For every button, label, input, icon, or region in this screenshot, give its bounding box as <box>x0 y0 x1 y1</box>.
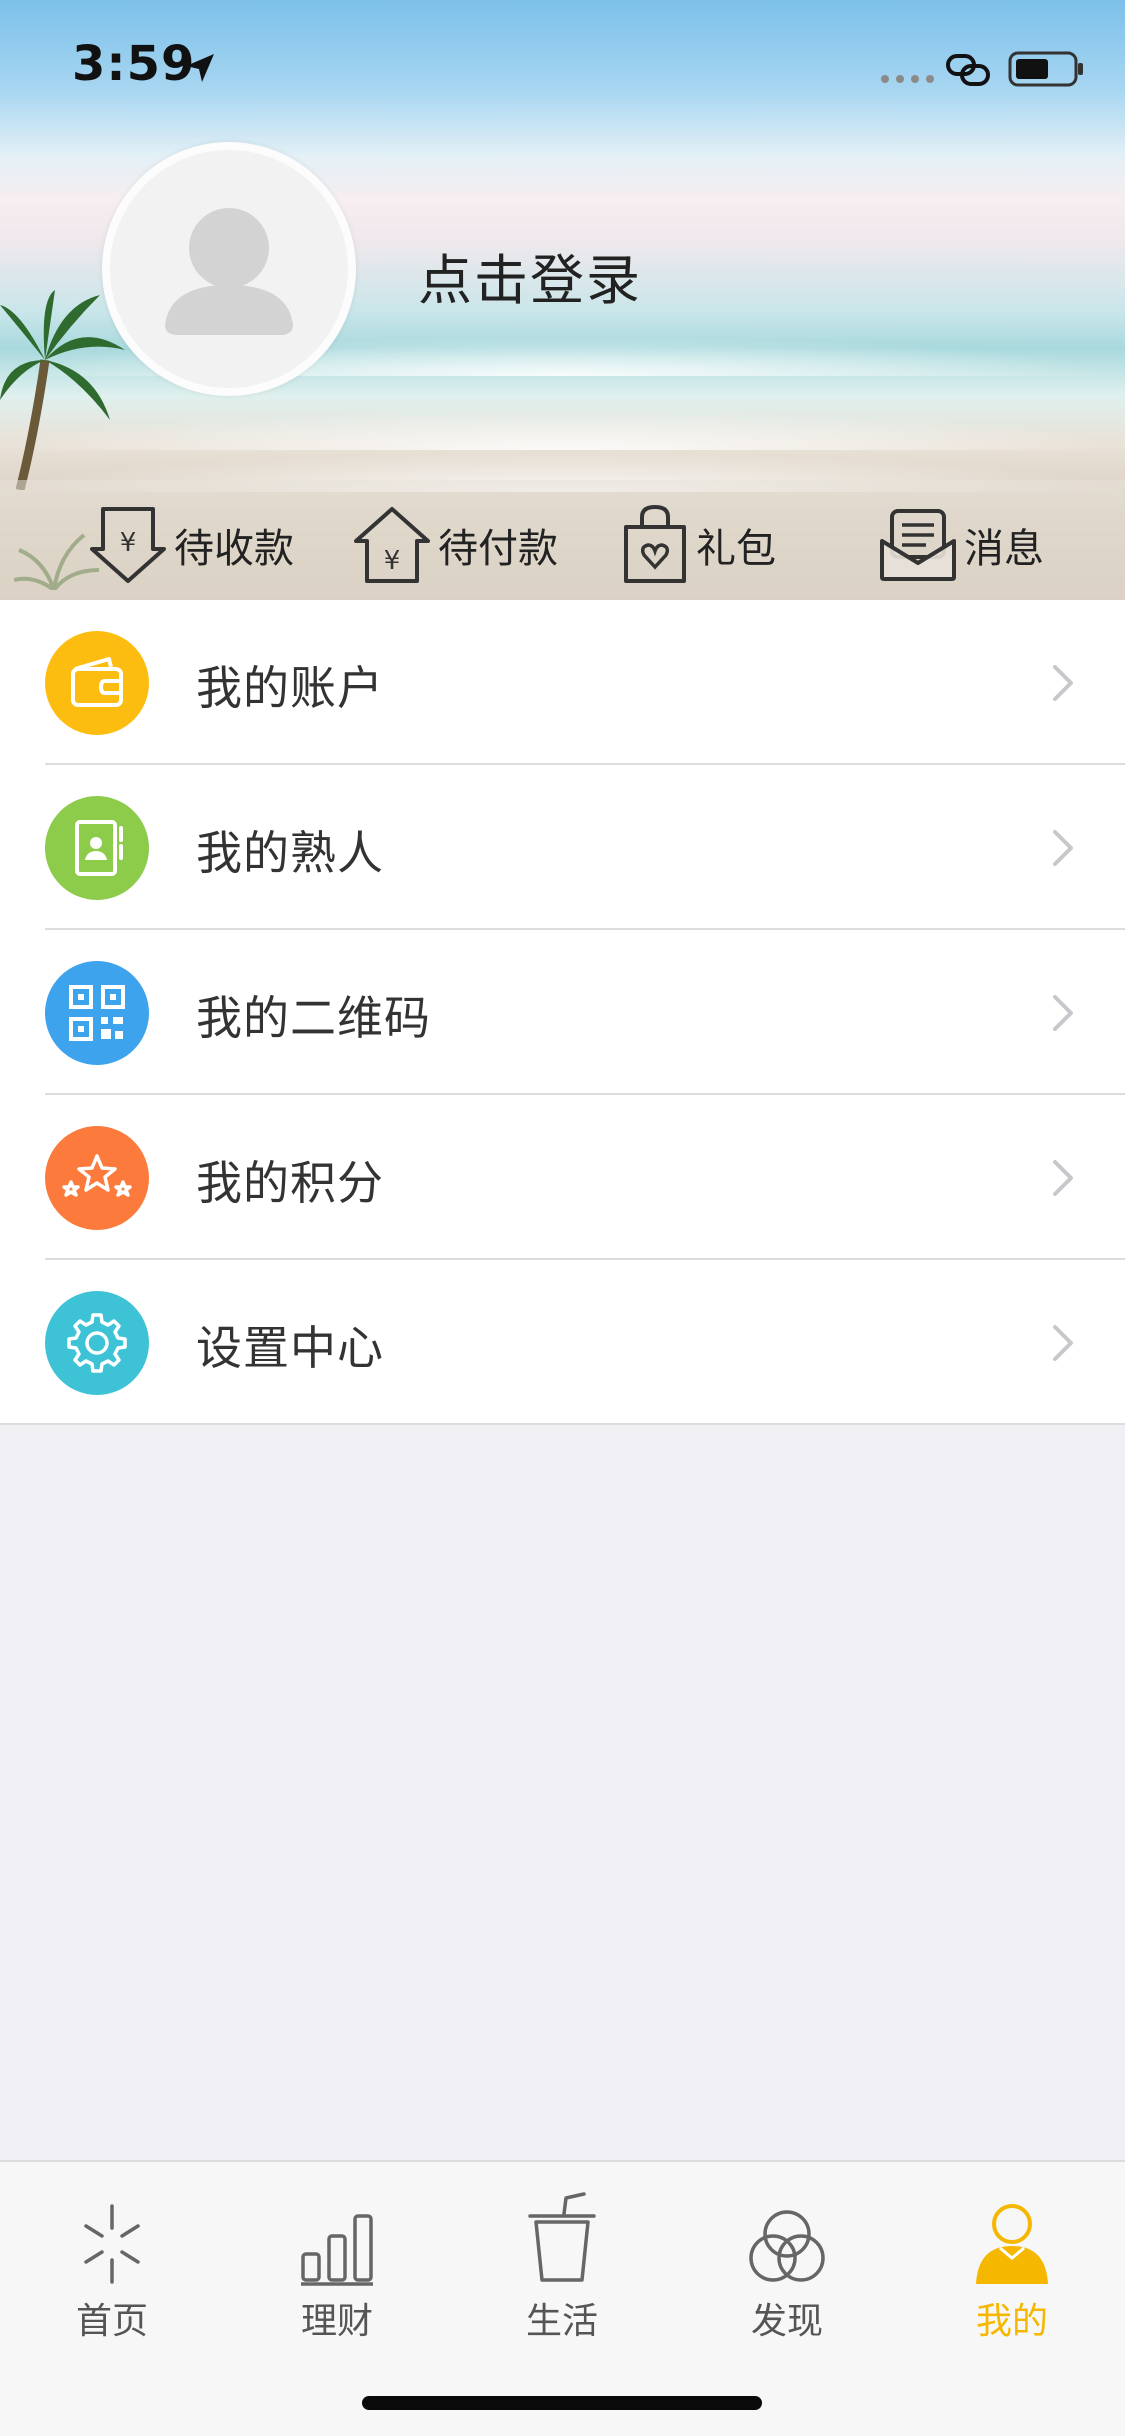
cup-icon <box>528 2192 596 2282</box>
svg-text:¥: ¥ <box>384 546 401 576</box>
discover-circles-icon <box>749 2210 825 2282</box>
tab-label: 发现 <box>750 2301 823 2342</box>
stars-icon <box>45 1126 149 1230</box>
quick-action-receive[interactable]: ¥ 待收款 <box>88 505 294 585</box>
quick-action-label: 待收款 <box>174 526 294 572</box>
battery-icon <box>1008 51 1083 87</box>
quick-action-gift[interactable]: 礼包 <box>620 505 776 585</box>
tab-discover[interactable]: 发现 <box>707 2188 867 2344</box>
quick-action-pay[interactable]: ¥ 待付款 <box>352 505 558 585</box>
login-link[interactable]: 点击登录 <box>418 236 642 315</box>
menu-item-label: 设置中心 <box>196 1321 384 1375</box>
tab-label: 我的 <box>975 2301 1048 2342</box>
status-bar: 3:59 <box>0 0 1125 132</box>
tab-label: 生活 <box>525 2301 598 2342</box>
menu-item-contacts[interactable]: 我的熟人 <box>0 765 1125 930</box>
divider <box>0 1423 1125 1425</box>
menu-item-settings[interactable]: 设置中心 <box>0 1260 1125 1425</box>
receive-money-icon: ¥ <box>90 507 166 583</box>
tab-home[interactable]: 首页 <box>32 2188 192 2344</box>
avatar[interactable] <box>102 142 356 396</box>
tab-finance[interactable]: 理财 <box>257 2188 417 2344</box>
palm-tree-icon <box>0 290 125 490</box>
person-icon <box>976 2204 1048 2284</box>
chevron-right-icon <box>1053 1325 1073 1361</box>
gift-bag-icon <box>624 505 686 583</box>
svg-text:¥: ¥ <box>120 528 137 558</box>
quick-action-message[interactable]: 消息 <box>878 505 1044 585</box>
menu-list: 我的账户 我的熟人 我的二维码 我的积分 设置中心 <box>0 600 1125 1425</box>
menu-item-label: 我的积分 <box>196 1156 384 1210</box>
menu-item-label: 我的熟人 <box>196 826 384 880</box>
tab-label: 理财 <box>300 2301 373 2342</box>
home-sparkle-icon <box>84 2204 140 2284</box>
default-user-icon <box>165 208 293 335</box>
quick-action-label: 待付款 <box>438 526 558 572</box>
gear-icon <box>45 1291 149 1395</box>
signal-dots-icon <box>881 75 934 83</box>
contacts-icon <box>45 796 149 900</box>
menu-item-account[interactable]: 我的账户 <box>0 600 1125 765</box>
quick-action-label: 消息 <box>964 526 1044 572</box>
wallet-icon <box>45 631 149 735</box>
chevron-right-icon <box>1053 830 1073 866</box>
status-time: 3:59 <box>72 36 196 92</box>
tab-mine[interactable]: 我的 <box>932 2188 1092 2344</box>
chevron-right-icon <box>1053 665 1073 701</box>
qr-code-icon <box>45 961 149 1065</box>
message-icon <box>880 509 956 581</box>
menu-item-points[interactable]: 我的积分 <box>0 1095 1125 1260</box>
home-indicator <box>362 2396 762 2410</box>
wave-decoration <box>0 410 1125 450</box>
location-arrow-icon <box>186 54 214 82</box>
chevron-right-icon <box>1053 1160 1073 1196</box>
tab-bar: 首页 理财 生活 发现 我的 <box>0 2160 1125 2436</box>
menu-item-label: 我的账户 <box>196 661 384 715</box>
menu-item-label: 我的二维码 <box>196 991 431 1045</box>
pay-money-icon: ¥ <box>354 507 430 583</box>
bar-chart-icon <box>301 2214 373 2286</box>
tab-life[interactable]: 生活 <box>482 2188 642 2344</box>
chevron-right-icon <box>1053 995 1073 1031</box>
link-icon <box>946 54 990 86</box>
quick-action-label: 礼包 <box>696 526 776 572</box>
tab-label: 首页 <box>75 2301 148 2342</box>
menu-item-qr-code[interactable]: 我的二维码 <box>0 930 1125 1095</box>
